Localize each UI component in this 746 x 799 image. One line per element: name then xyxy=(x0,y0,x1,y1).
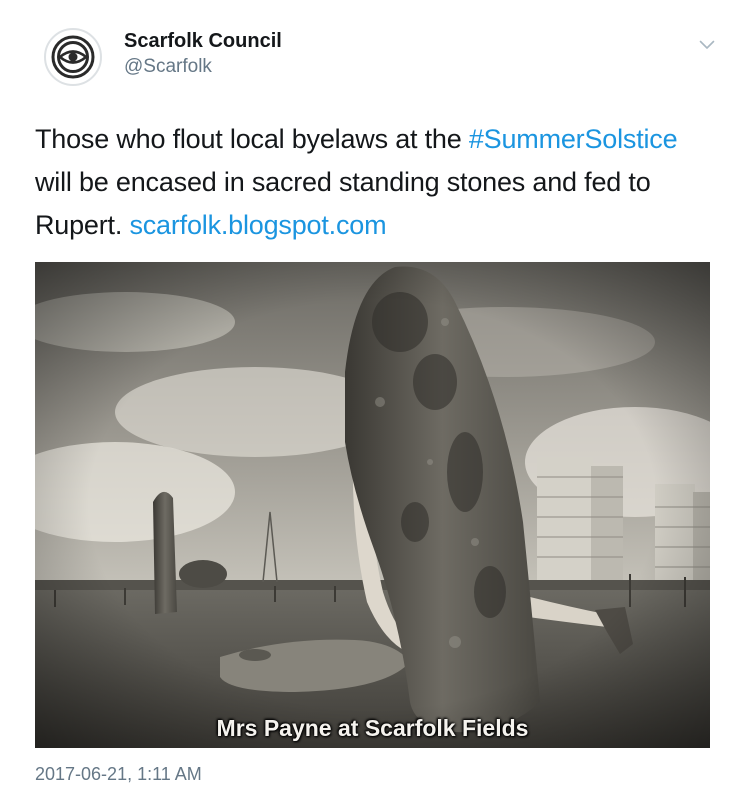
url-link[interactable]: scarfolk.blogspot.com xyxy=(129,210,386,240)
chevron-down-icon xyxy=(699,40,715,49)
tweet-card: Scarfolk Council @Scarfolk Those who flo… xyxy=(0,0,746,799)
tweet-photo[interactable]: Mrs Payne at Scarfolk Fields xyxy=(35,262,710,748)
photo-caption: Mrs Payne at Scarfolk Fields xyxy=(216,715,529,741)
author-handle[interactable]: @Scarfolk xyxy=(124,54,282,80)
hashtag-link[interactable]: #SummerSolstice xyxy=(469,124,678,154)
tweet-menu-button[interactable] xyxy=(696,34,718,56)
tweet-header: Scarfolk Council @Scarfolk xyxy=(44,24,722,88)
author-display-name[interactable]: Scarfolk Council xyxy=(124,28,282,54)
author-names: Scarfolk Council @Scarfolk xyxy=(124,28,282,80)
concentric-eye-icon xyxy=(51,35,95,79)
tweet-text-part1: Those who flout local byelaws at the xyxy=(35,124,469,154)
avatar[interactable] xyxy=(44,28,102,86)
tweet-text: Those who flout local byelaws at the #Su… xyxy=(35,118,715,247)
photo-standing-stones xyxy=(35,262,710,748)
tweet-timestamp[interactable]: 2017-06-21, 1:11 AM xyxy=(35,764,202,785)
